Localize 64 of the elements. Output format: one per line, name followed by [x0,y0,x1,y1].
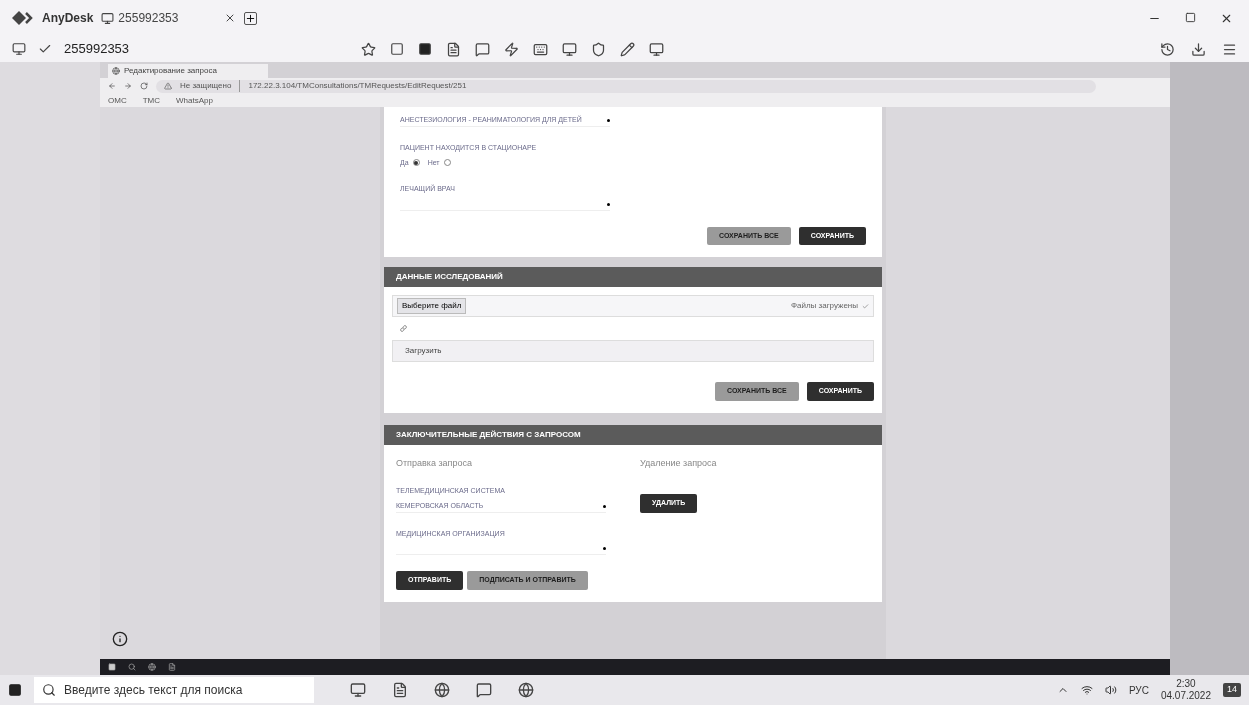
logo-icon [12,11,34,25]
lightning-icon[interactable] [504,41,520,57]
bookmark[interactable]: WhatsApp [176,94,213,107]
section-header: ЗАКЛЮЧИТЕЛЬНЫЕ ДЕЙСТВИЯ С ЗАПРОСОМ [384,424,882,445]
bookmark[interactable]: ОМС [108,94,127,107]
browser-tab[interactable]: Редактирование запроса [108,64,268,78]
globe-icon [112,67,120,75]
file-icon[interactable] [446,41,462,57]
search-icon[interactable] [128,663,136,671]
file-icon[interactable] [168,663,176,671]
session-tab[interactable]: 255992353 [101,9,237,27]
taskbar-search-field[interactable]: Введите здесь текст для поиска [34,677,314,703]
document-icon[interactable] [392,682,408,698]
download-icon[interactable] [1191,41,1206,57]
app-title: AnyDesk [42,10,94,27]
history-icon[interactable] [1160,41,1175,57]
section-header: ДАННЫЕ ИССЛЕДОВАНИЙ [384,267,882,287]
upload-button[interactable]: Загрузить [405,345,442,357]
browser-icon[interactable] [434,682,450,698]
keyboard-icon[interactable] [533,41,549,57]
info-icon[interactable] [112,631,128,647]
new-tab-icon[interactable] [244,11,258,25]
chat-icon[interactable] [476,682,492,698]
status-text: Файлы загружены [790,300,858,312]
language-indicator[interactable]: РУС [1128,682,1149,698]
browser-icon[interactable] [148,663,156,671]
address-text: 255992353 [64,40,130,59]
browser-icon[interactable] [518,682,534,698]
search-icon [42,683,56,697]
reload-icon[interactable] [140,82,148,90]
notification-badge[interactable]: 14 [1223,683,1241,697]
start-icon[interactable] [8,683,22,697]
volume-icon[interactable] [1104,684,1117,696]
shield-icon[interactable] [591,41,607,57]
monitor-icon[interactable] [562,41,578,57]
monitor-icon [12,42,26,56]
column-heading: Удаление запроса [640,456,717,470]
display-icon[interactable] [418,42,433,56]
chat-icon[interactable] [475,41,491,57]
bookmark[interactable]: ТМС [142,94,160,107]
star-icon[interactable] [361,41,377,57]
warning-icon [164,82,172,90]
pencil-icon[interactable] [620,41,636,57]
choose-file-button[interactable]: Выберите файл [397,298,467,314]
attachment-icon [400,325,407,332]
upload-area[interactable]: Загрузить [392,340,874,362]
file-input[interactable]: Выберите файл Файлы загружены [392,295,874,317]
monitor-icon[interactable] [649,41,665,57]
start-icon[interactable] [108,663,116,671]
url-bar[interactable]: Не защищено 172.22.3.104/TMConsultations/TMRequests/EditRequest/251 [156,79,1096,93]
security-warning: Не защищено [180,80,241,92]
maximize-icon[interactable] [1185,11,1196,23]
forward-icon[interactable] [124,82,132,90]
check-icon [38,42,52,56]
monitor-icon [101,11,115,25]
menu-icon[interactable] [1222,41,1237,57]
network-icon[interactable] [1080,684,1093,696]
check-icon [862,302,869,310]
clock[interactable]: 2:30 04.07.2022 [1160,678,1211,702]
column-heading: Отправка запроса [396,456,473,470]
radio-button[interactable] [412,159,420,167]
url-text: 172.22.3.104/TMConsultations/TMRequests/EditRequest/251 [248,80,467,92]
task-view-icon[interactable] [350,682,366,698]
back-icon[interactable] [108,82,116,90]
